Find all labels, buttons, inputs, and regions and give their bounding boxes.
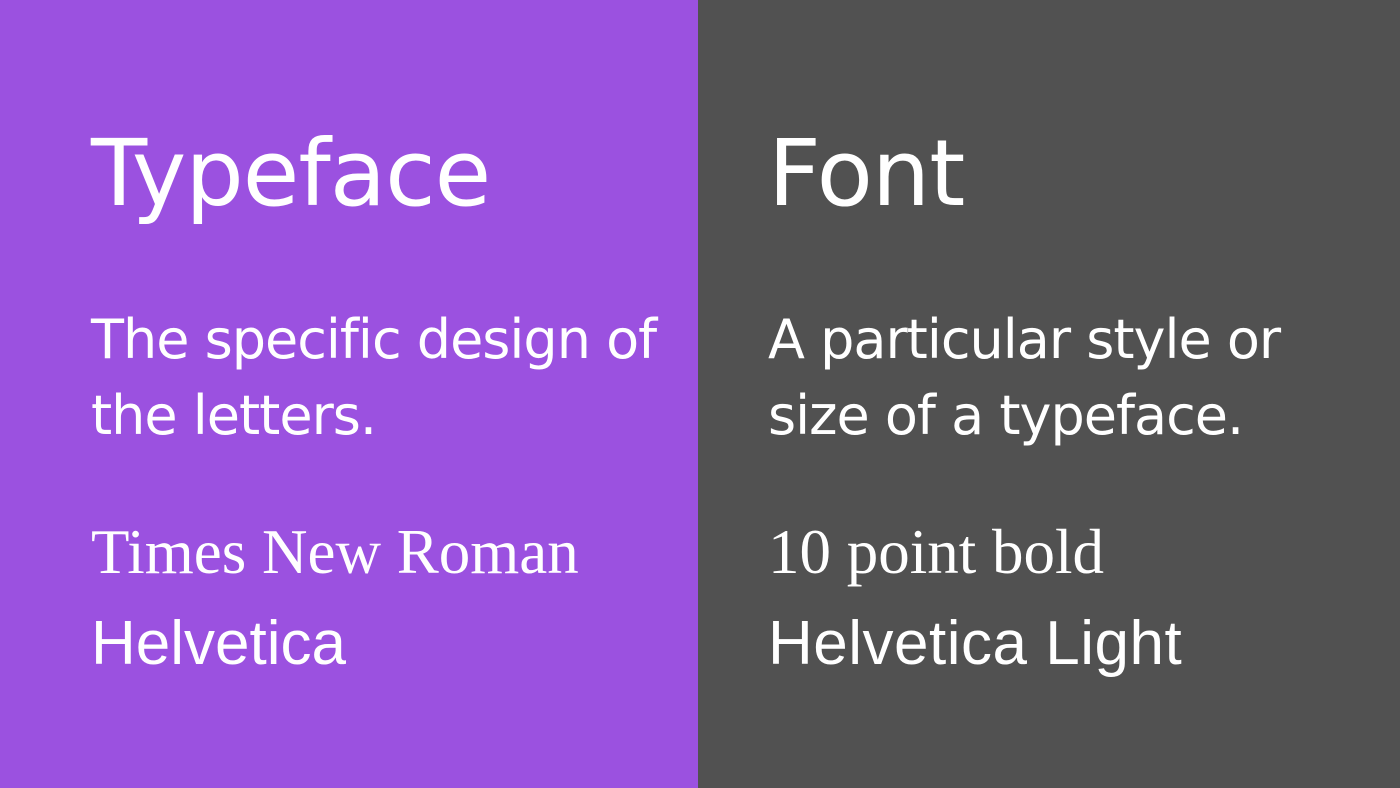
typeface-example-serif: Times New Roman	[91, 517, 579, 587]
font-description: A particular style or size of a typeface…	[768, 308, 1281, 447]
typeface-title: Typeface	[91, 120, 491, 227]
font-title: Font	[768, 120, 965, 227]
typeface-example-sans: Helvetica	[91, 609, 346, 678]
typeface-description: The specific design of the letters.	[91, 308, 657, 447]
font-example-light: Helvetica Light	[768, 609, 1183, 678]
font-panel: Font A particular style or size of a typ…	[698, 0, 1400, 788]
slide: Typeface The specific design of the lett…	[0, 0, 1400, 788]
typeface-panel: Typeface The specific design of the lett…	[0, 0, 698, 788]
font-example-size-weight: 10 point bold	[768, 517, 1105, 587]
